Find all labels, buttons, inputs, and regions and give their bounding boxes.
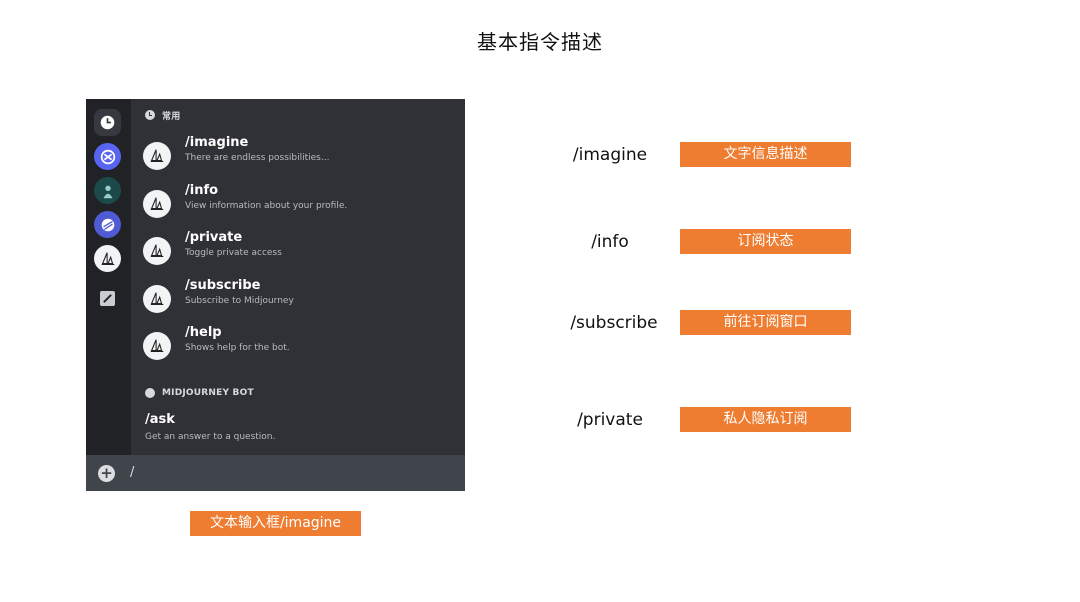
server-icon[interactable] — [94, 211, 121, 238]
midjourney-icon — [143, 190, 171, 218]
section-common-label: 常用 — [162, 111, 181, 122]
legend-meaning-private: 私人隐私订阅 — [680, 407, 851, 432]
clock-icon — [145, 110, 155, 120]
server-icon[interactable] — [94, 177, 121, 204]
legend-meaning-info: 订阅状态 — [680, 229, 851, 254]
command-item-info[interactable]: /info View information about your profil… — [143, 183, 453, 223]
command-name: /private — [185, 230, 243, 245]
legend-command-private: /private — [577, 410, 643, 430]
input-caption-tag: 文本输入框/imagine — [190, 511, 361, 536]
command-item-imagine[interactable]: /imagine There are endless possibilities… — [143, 135, 453, 175]
command-list: 常用 /imagine There are endless possibilit… — [131, 99, 465, 455]
midjourney-icon — [143, 332, 171, 360]
legend-command-subscribe: /subscribe — [570, 313, 658, 333]
midjourney-icon — [143, 142, 171, 170]
message-input-bar: + / — [86, 455, 465, 491]
section-bot-header: MIDJOURNEY BOT — [145, 386, 254, 400]
section-common-header: 常用 — [145, 108, 180, 122]
command-name: /ask — [145, 412, 175, 427]
command-picker-panel: 常用 /imagine There are endless possibilit… — [86, 99, 465, 491]
legend-meaning-imagine: 文字信息描述 — [680, 142, 851, 167]
legend-command-imagine: /imagine — [572, 145, 648, 165]
section-bot-label: MIDJOURNEY BOT — [162, 388, 254, 398]
command-name: /info — [185, 183, 219, 198]
command-description: Get an answer to a question. — [145, 432, 276, 442]
command-item-subscribe[interactable]: /subscribe Subscribe to Midjourney — [143, 278, 453, 318]
command-description: There are endless possibilities... — [185, 153, 330, 163]
command-item-ask[interactable]: /ask Get an answer to a question. — [145, 412, 445, 452]
command-description: Toggle private access — [185, 248, 282, 258]
server-rail — [86, 99, 131, 455]
command-name: /help — [185, 325, 222, 340]
legend-command-info: /info — [591, 232, 629, 252]
command-description: View information about your profile. — [185, 201, 348, 211]
page-title: 基本指令描述 — [477, 30, 603, 54]
recent-commands-icon[interactable] — [94, 109, 121, 136]
midjourney-icon — [143, 285, 171, 313]
legend-meaning-subscribe: 前往订阅窗口 — [680, 310, 851, 335]
command-item-help[interactable]: /help Shows help for the bot. — [143, 325, 453, 365]
command-description: Subscribe to Midjourney — [185, 296, 294, 306]
command-item-private[interactable]: /private Toggle private access — [143, 230, 453, 270]
message-input[interactable]: / — [130, 465, 134, 480]
command-name: /imagine — [185, 135, 249, 150]
midjourney-icon[interactable] — [94, 245, 121, 272]
command-name: /subscribe — [185, 278, 261, 293]
command-description: Shows help for the bot. — [185, 343, 290, 353]
midjourney-icon — [145, 388, 155, 398]
sticker-icon[interactable] — [100, 291, 115, 306]
plus-icon[interactable]: + — [98, 465, 115, 482]
server-icon[interactable] — [94, 143, 121, 170]
midjourney-icon — [143, 237, 171, 265]
